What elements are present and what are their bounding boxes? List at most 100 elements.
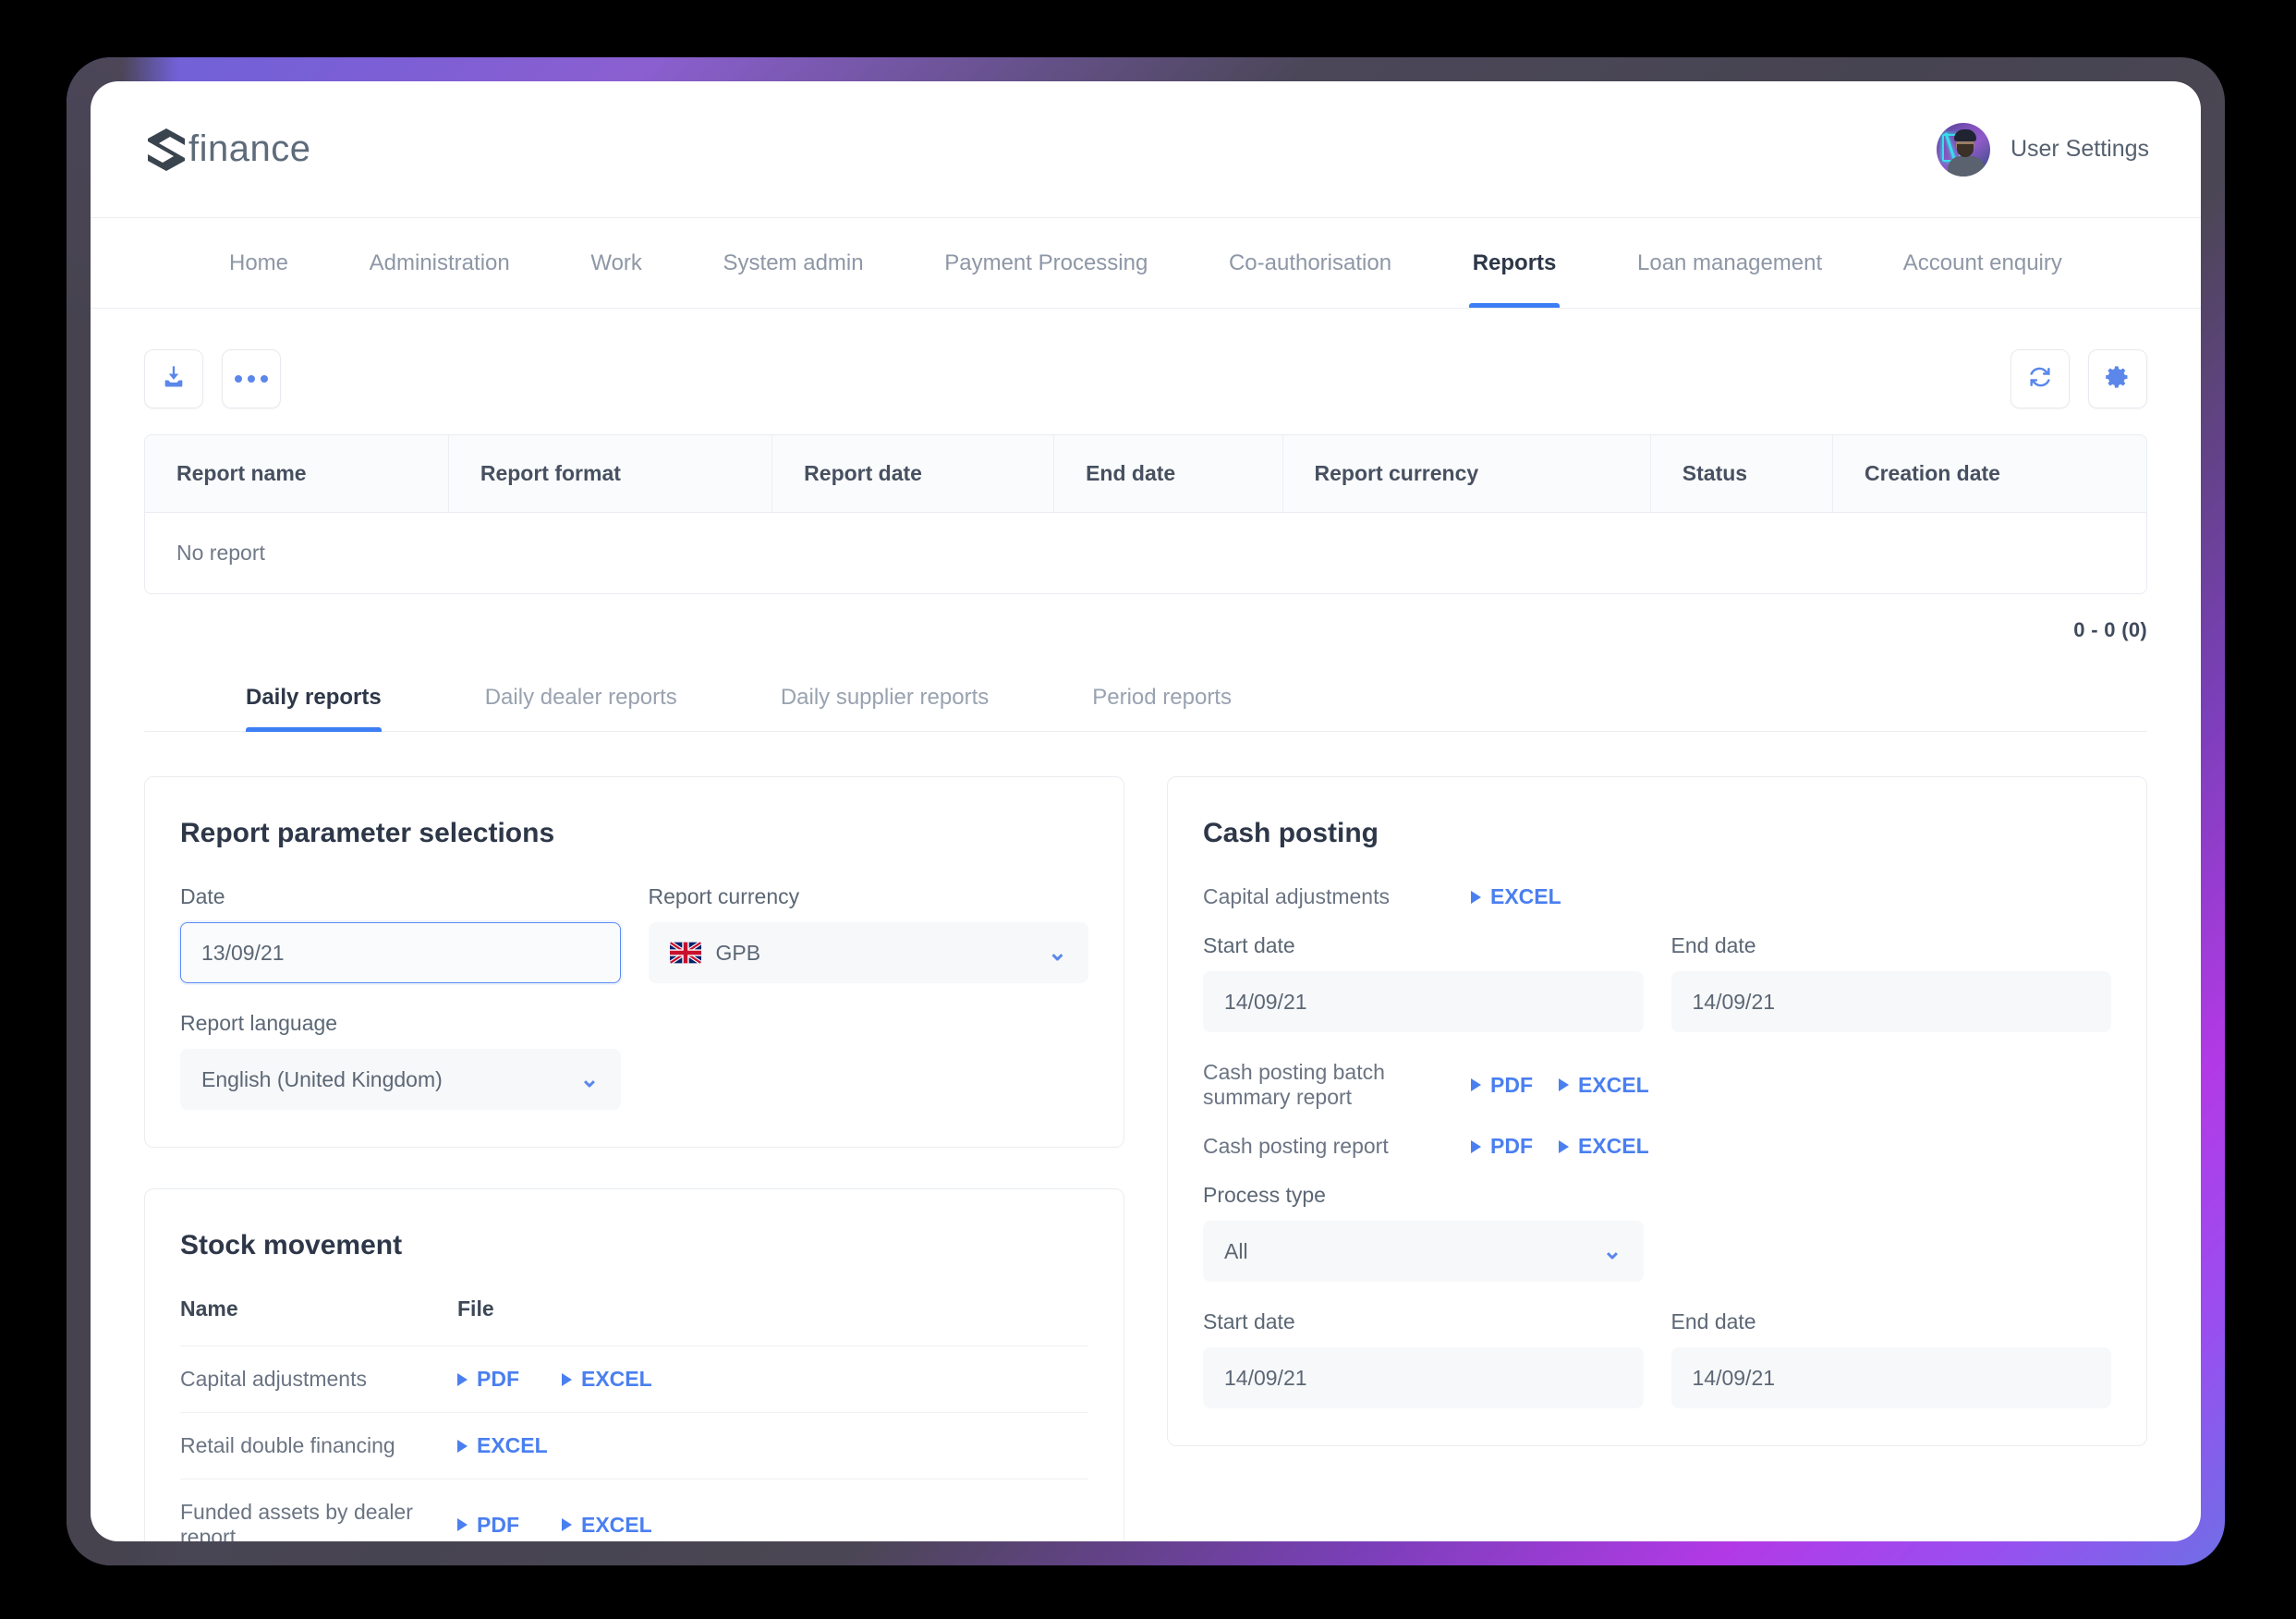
end-date-value: 14/09/21 bbox=[1692, 1365, 1776, 1390]
process-type-select[interactable]: All ⌄ bbox=[1203, 1221, 1644, 1282]
nav-item-loan-management[interactable]: Loan management bbox=[1637, 218, 1822, 308]
tab-daily-reports[interactable]: Daily reports bbox=[246, 672, 382, 732]
end-date-input[interactable]: 14/09/21 bbox=[1670, 1347, 2111, 1408]
nav-item-reports[interactable]: Reports bbox=[1468, 218, 1561, 308]
process-end-date-group: End date 14/09/21 bbox=[1670, 1309, 2111, 1408]
date-input[interactable]: 13/09/21 bbox=[180, 922, 621, 983]
end-date-label: End date bbox=[1670, 1309, 1756, 1333]
table-row: Capital adjustments PDF EXCEL bbox=[180, 1345, 1088, 1412]
ellipsis-icon bbox=[235, 375, 268, 383]
date-value: 13/09/21 bbox=[201, 940, 285, 965]
nav-item-system-admin[interactable]: System admin bbox=[723, 218, 864, 308]
column-report-date[interactable]: Report date bbox=[772, 435, 1055, 513]
download-excel-link[interactable]: EXCEL bbox=[1559, 1134, 1649, 1159]
application-window: finance User Settings Home Administratio… bbox=[91, 81, 2201, 1541]
column-report-name[interactable]: Report name bbox=[145, 435, 449, 513]
user-settings-button[interactable]: User Settings bbox=[1936, 122, 2149, 177]
brand-logo[interactable]: finance bbox=[144, 127, 310, 173]
brand-name: finance bbox=[188, 128, 311, 169]
end-date-value: 14/09/21 bbox=[1692, 989, 1776, 1014]
download-pdf-link[interactable]: PDF bbox=[457, 1513, 519, 1538]
download-excel-link[interactable]: EXCEL bbox=[562, 1367, 652, 1392]
download-pdf-link[interactable]: PDF bbox=[1471, 1134, 1533, 1159]
s-hexagon-logo-icon bbox=[144, 127, 187, 173]
tab-period-reports[interactable]: Period reports bbox=[1092, 672, 1232, 731]
date-field-group: Date 13/09/21 bbox=[180, 884, 621, 983]
more-options-button[interactable] bbox=[222, 349, 281, 408]
panel-title: Stock movement bbox=[180, 1230, 403, 1260]
process-type-value: All bbox=[1224, 1238, 1248, 1263]
column-creation-date[interactable]: Creation date bbox=[1833, 435, 2146, 513]
column-end-date[interactable]: End date bbox=[1054, 435, 1283, 513]
refresh-button[interactable] bbox=[2011, 349, 2070, 408]
column-status[interactable]: Status bbox=[1650, 435, 1833, 513]
left-column: Report parameter selections Date 13/09/2… bbox=[144, 776, 1124, 1541]
process-type-group: Process type All ⌄ bbox=[1203, 1183, 1644, 1282]
report-currency-select[interactable]: GPB ⌄ bbox=[648, 922, 1088, 983]
start-date-input[interactable]: 14/09/21 bbox=[1203, 1347, 1644, 1408]
panel-title: Cash posting bbox=[1203, 818, 1379, 848]
gear-icon bbox=[2105, 364, 2131, 395]
start-date-label: Start date bbox=[1203, 933, 1295, 957]
page-content: Report name Report format Report date En… bbox=[91, 309, 2201, 1541]
batch-summary-row: Cash posting batch summary report PDF EX… bbox=[1203, 1060, 2111, 1110]
pagination-indicator: 0 - 0 (0) bbox=[2073, 618, 2147, 641]
row-name: Retail double financing bbox=[180, 1433, 395, 1457]
settings-button[interactable] bbox=[2088, 349, 2147, 408]
nav-item-home[interactable]: Home bbox=[229, 218, 288, 308]
row-name: Capital adjustments bbox=[180, 1367, 367, 1391]
cash-end-date-group: End date 14/09/21 bbox=[1670, 933, 2111, 1032]
table-empty-row: No report bbox=[145, 513, 2146, 593]
report-language-value: English (United Kingdom) bbox=[201, 1066, 443, 1091]
nav-item-co-authorisation[interactable]: Co-authorisation bbox=[1229, 218, 1391, 308]
download-pdf-link[interactable]: PDF bbox=[1471, 1073, 1533, 1098]
cash-start-date-group: Start date 14/09/21 bbox=[1203, 933, 1644, 1032]
panels-grid: Report parameter selections Date 13/09/2… bbox=[144, 776, 2147, 1541]
download-excel-link[interactable]: EXCEL bbox=[1471, 884, 1561, 909]
tab-daily-supplier-reports[interactable]: Daily supplier reports bbox=[781, 672, 989, 731]
nav-item-payment-processing[interactable]: Payment Processing bbox=[944, 218, 1148, 308]
table-header-row: Report name Report format Report date En… bbox=[145, 435, 2146, 513]
refresh-icon bbox=[2027, 364, 2053, 395]
nav-item-work[interactable]: Work bbox=[590, 218, 642, 308]
report-language-field-group: Report language English (United Kingdom)… bbox=[180, 1011, 621, 1110]
download-button[interactable] bbox=[144, 349, 203, 408]
process-start-date-group: Start date 14/09/21 bbox=[1203, 1309, 1644, 1408]
table-row: Retail double financing EXCEL bbox=[180, 1412, 1088, 1479]
column-name: Name bbox=[180, 1296, 238, 1321]
download-icon bbox=[161, 364, 187, 395]
cash-posting-panel: Cash posting Capital adjustments EXCEL S… bbox=[1167, 776, 2147, 1446]
stock-movement-panel: Stock movement Name File Capital adjustm… bbox=[144, 1188, 1124, 1541]
chevron-down-icon: ⌄ bbox=[579, 1065, 600, 1092]
column-report-format[interactable]: Report format bbox=[448, 435, 773, 513]
end-date-input[interactable]: 14/09/21 bbox=[1670, 971, 2111, 1032]
column-report-currency[interactable]: Report currency bbox=[1282, 435, 1651, 513]
stock-movement-header: Name File bbox=[180, 1296, 1088, 1345]
tab-daily-dealer-reports[interactable]: Daily dealer reports bbox=[485, 672, 677, 731]
panel-title: Report parameter selections bbox=[180, 818, 555, 848]
empty-state-text: No report bbox=[176, 541, 265, 565]
table-row: Funded assets by dealer report PDF EXCEL bbox=[180, 1479, 1088, 1541]
reports-table: Report name Report format Report date En… bbox=[144, 434, 2147, 594]
report-currency-field-group: Report currency GPB ⌄ bbox=[648, 884, 1088, 983]
download-excel-link[interactable]: EXCEL bbox=[1559, 1073, 1649, 1098]
report-language-select[interactable]: English (United Kingdom) ⌄ bbox=[180, 1049, 621, 1110]
start-date-label: Start date bbox=[1203, 1309, 1295, 1333]
start-date-input[interactable]: 14/09/21 bbox=[1203, 971, 1644, 1032]
report-currency-value: GPB bbox=[715, 940, 761, 965]
download-excel-link[interactable]: EXCEL bbox=[457, 1433, 548, 1458]
download-pdf-link[interactable]: PDF bbox=[457, 1367, 519, 1392]
report-sub-tabs: Daily reports Daily dealer reports Daily… bbox=[144, 672, 2147, 732]
report-currency-label: Report currency bbox=[648, 884, 800, 908]
nav-item-account-enquiry[interactable]: Account enquiry bbox=[1903, 218, 2062, 308]
report-language-label: Report language bbox=[180, 1011, 338, 1035]
nav-item-administration[interactable]: Administration bbox=[370, 218, 510, 308]
start-date-value: 14/09/21 bbox=[1224, 989, 1307, 1014]
row-label: Cash posting report bbox=[1203, 1134, 1389, 1158]
table-toolbar bbox=[144, 349, 2147, 408]
report-parameter-selections-panel: Report parameter selections Date 13/09/2… bbox=[144, 776, 1124, 1148]
app-header: finance User Settings bbox=[91, 81, 2201, 218]
download-excel-link[interactable]: EXCEL bbox=[562, 1513, 652, 1538]
user-settings-label: User Settings bbox=[2010, 136, 2149, 162]
chevron-down-icon: ⌄ bbox=[1602, 1237, 1622, 1264]
